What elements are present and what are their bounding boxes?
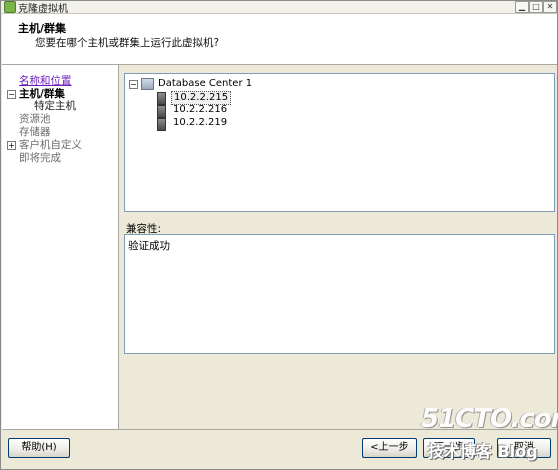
page-title: 主机/群集 <box>18 22 67 35</box>
compatibility-box: 验证成功 <box>124 234 555 354</box>
collapse-icon[interactable]: − <box>129 80 138 89</box>
wizard-steps: 名称和位置 − 主机/群集 特定主机 资源池 存储器 + 客户机自定义 即将完成 <box>2 65 119 429</box>
title-bar: 克隆虚拟机 ▁ □ ✕ <box>2 1 557 15</box>
step-specific-host: 特定主机 <box>34 100 76 112</box>
host-item[interactable]: 10.2.2.219 <box>157 117 317 131</box>
back-button[interactable]: <上一步 <box>362 438 417 458</box>
close-icon[interactable]: ✕ <box>543 1 557 13</box>
page-subtitle: 您要在哪个主机或群集上运行此虚拟机? <box>35 37 220 49</box>
host-item[interactable]: 10.2.2.216 <box>157 104 317 118</box>
step-ready-to-complete: 即将完成 <box>19 152 61 164</box>
wizard-header: 主机/群集 您要在哪个主机或群集上运行此虚拟机? <box>2 14 557 65</box>
maximize-icon[interactable]: □ <box>529 1 543 13</box>
step-host-cluster: 主机/群集 <box>19 88 65 100</box>
host-label[interactable]: 10.2.2.215 <box>171 91 232 105</box>
server-icon <box>157 118 166 131</box>
watermark-caption: 技术博客 Blog <box>428 442 538 461</box>
watermark-logo: 51CTO.com <box>421 404 558 434</box>
host-tree[interactable]: − Database Center 1 10.2.2.215 10.2.2.21… <box>124 73 555 212</box>
step-guest-customization: 客户机自定义 <box>19 139 82 151</box>
host-label[interactable]: 10.2.2.216 <box>171 104 229 116</box>
clone-vm-icon <box>4 1 16 13</box>
host-label[interactable]: 10.2.2.219 <box>171 117 229 129</box>
step-storage: 存储器 <box>19 126 51 138</box>
help-button[interactable]: 帮助(H) <box>8 438 70 458</box>
step-resource-pool: 资源池 <box>19 113 51 125</box>
datacenter-label[interactable]: Database Center 1 <box>158 78 252 89</box>
expand-icon[interactable]: + <box>7 141 16 150</box>
minimize-icon[interactable]: ▁ <box>515 1 529 13</box>
step-name-location[interactable]: 名称和位置 <box>19 75 72 87</box>
datacenter-icon <box>141 78 154 90</box>
window-title: 克隆虚拟机 <box>18 4 68 15</box>
host-item[interactable]: 10.2.2.215 <box>157 91 317 105</box>
collapse-icon[interactable]: − <box>7 90 16 99</box>
dialog-window: 克隆虚拟机 ▁ □ ✕ 主机/群集 您要在哪个主机或群集上运行此虚拟机? 名称和… <box>0 0 558 470</box>
compatibility-text: 验证成功 <box>128 240 170 252</box>
